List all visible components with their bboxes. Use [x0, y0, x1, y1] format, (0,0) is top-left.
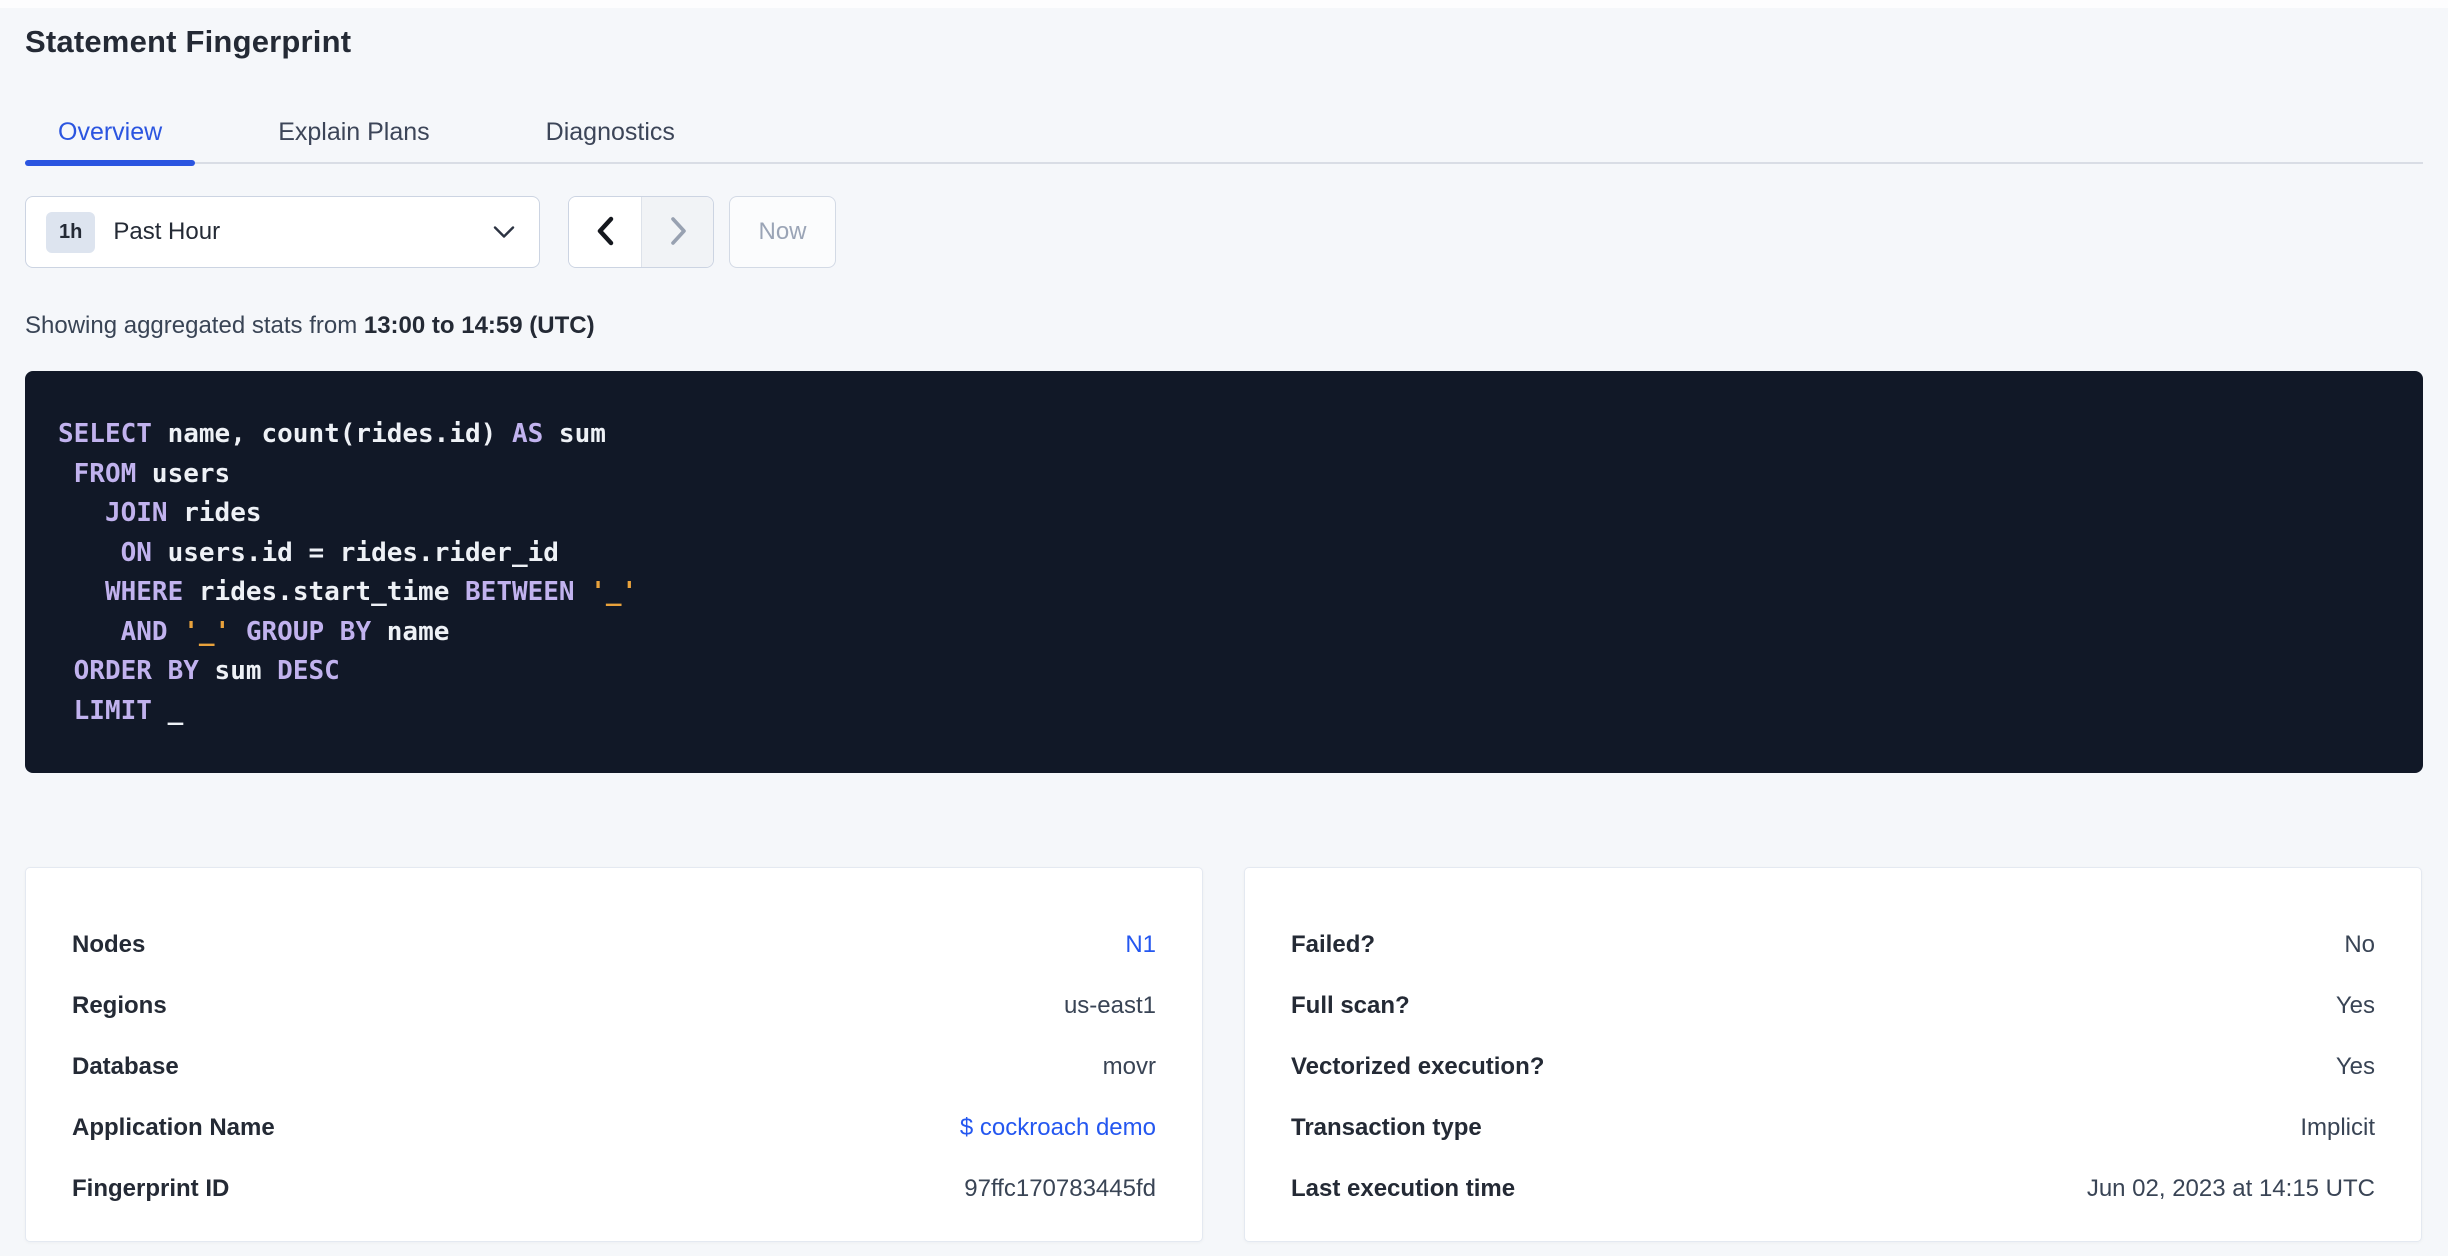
full-scan-value: Yes [2335, 991, 2375, 1019]
nodes-value-link[interactable]: N1 [1125, 931, 1156, 959]
tab-overview[interactable]: Overview [25, 102, 196, 166]
sql-line: SELECT name, count(rides.id) AS sum [58, 419, 606, 449]
time-interval-dropdown[interactable]: 1h Past Hour [25, 196, 540, 268]
tabbar: Overview Explain Plans Diagnostics [25, 102, 2423, 166]
failed-label: Failed? [1291, 930, 1376, 958]
sql-line: ORDER BY sum DESC [73, 656, 340, 686]
now-button[interactable]: Now [729, 196, 836, 268]
fingerprint-id-label: Fingerprint ID [72, 1174, 230, 1202]
failed-value: No [2344, 930, 2375, 958]
time-arrow-group [568, 196, 714, 268]
tab-diagnostics-label: Diagnostics [545, 117, 675, 146]
row-database: Database movr [72, 1036, 1156, 1097]
sql-line: FROM users [73, 458, 231, 489]
last-execution-time-label: Last execution time [1291, 1174, 1516, 1202]
transaction-type-label: Transaction type [1291, 1113, 1482, 1141]
sql-line: AND '_' GROUP BY name [120, 616, 450, 647]
summary-cards: Nodes N1 Regions us-east1 Database movr … [25, 867, 2423, 1242]
execution-attributes-card: Failed? No Full scan? Yes Vectorized exe… [1244, 867, 2422, 1242]
chevron-left-icon [595, 216, 615, 249]
regions-label: Regions [72, 991, 167, 1019]
row-regions: Regions us-east1 [72, 975, 1156, 1036]
sql-line: JOIN rides [104, 498, 262, 528]
row-transaction-type: Transaction type Implicit [1291, 1097, 2375, 1158]
regions-value: us-east1 [1063, 991, 1156, 1019]
tab-explain-plans[interactable]: Explain Plans [245, 102, 462, 162]
row-application-name: Application Name $ cockroach demo [72, 1097, 1156, 1158]
row-fingerprint-id: Fingerprint ID 97ffc170783445fd [72, 1158, 1156, 1219]
row-failed: Failed? No [1291, 914, 2375, 975]
row-last-execution-time: Last execution time Jun 02, 2023 at 14:1… [1291, 1158, 2375, 1219]
sql-line: WHERE rides.start_time BETWEEN '_' [104, 577, 638, 607]
top-strip [0, 0, 2448, 8]
aggregated-stats-line: Showing aggregated stats from 13:00 to 1… [25, 312, 2423, 340]
fingerprint-id-value: 97ffc170783445fd [964, 1174, 1156, 1202]
chevron-down-icon [493, 225, 515, 239]
application-name-label: Application Name [72, 1113, 275, 1141]
tab-explain-plans-label: Explain Plans [278, 117, 430, 146]
tab-diagnostics[interactable]: Diagnostics [513, 102, 708, 162]
vectorized-value: Yes [2335, 1052, 2375, 1080]
prev-interval-button[interactable] [569, 197, 641, 267]
full-scan-label: Full scan? [1291, 991, 1410, 1019]
interval-label: Past Hour [113, 218, 221, 245]
tab-overview-label: Overview [58, 117, 163, 146]
chevron-right-icon [668, 216, 688, 249]
row-full-scan: Full scan? Yes [1291, 975, 2375, 1036]
page-title: Statement Fingerprint [25, 24, 352, 59]
statement-fingerprint-page: Statement Fingerprint Overview Explain P… [0, 24, 2448, 1242]
database-value: movr [1102, 1052, 1156, 1080]
time-controls: 1h Past Hour Now [25, 196, 2423, 268]
last-execution-time-value: Jun 02, 2023 at 14:15 UTC [2086, 1174, 2375, 1202]
statement-details-card: Nodes N1 Regions us-east1 Database movr … [25, 867, 1203, 1242]
stats-range: 13:00 to 14:59 (UTC) [363, 312, 595, 339]
vectorized-label: Vectorized execution? [1291, 1052, 1545, 1080]
row-nodes: Nodes N1 [72, 914, 1156, 975]
transaction-type-value: Implicit [2300, 1113, 2375, 1141]
nodes-label: Nodes [72, 930, 146, 958]
stats-prefix: Showing aggregated stats from [25, 312, 364, 339]
sql-line: LIMIT _ [73, 695, 184, 726]
application-name-value-link[interactable]: $ cockroach demo [960, 1114, 1156, 1142]
row-vectorized: Vectorized execution? Yes [1291, 1036, 2375, 1097]
next-interval-button[interactable] [641, 197, 713, 267]
database-label: Database [72, 1052, 179, 1080]
sql-line: ON users.id = rides.rider_id [120, 537, 559, 568]
sql-statement-box: SELECT name, count(rides.id) AS sum FROM… [25, 371, 2423, 773]
interval-badge: 1h [46, 211, 96, 253]
